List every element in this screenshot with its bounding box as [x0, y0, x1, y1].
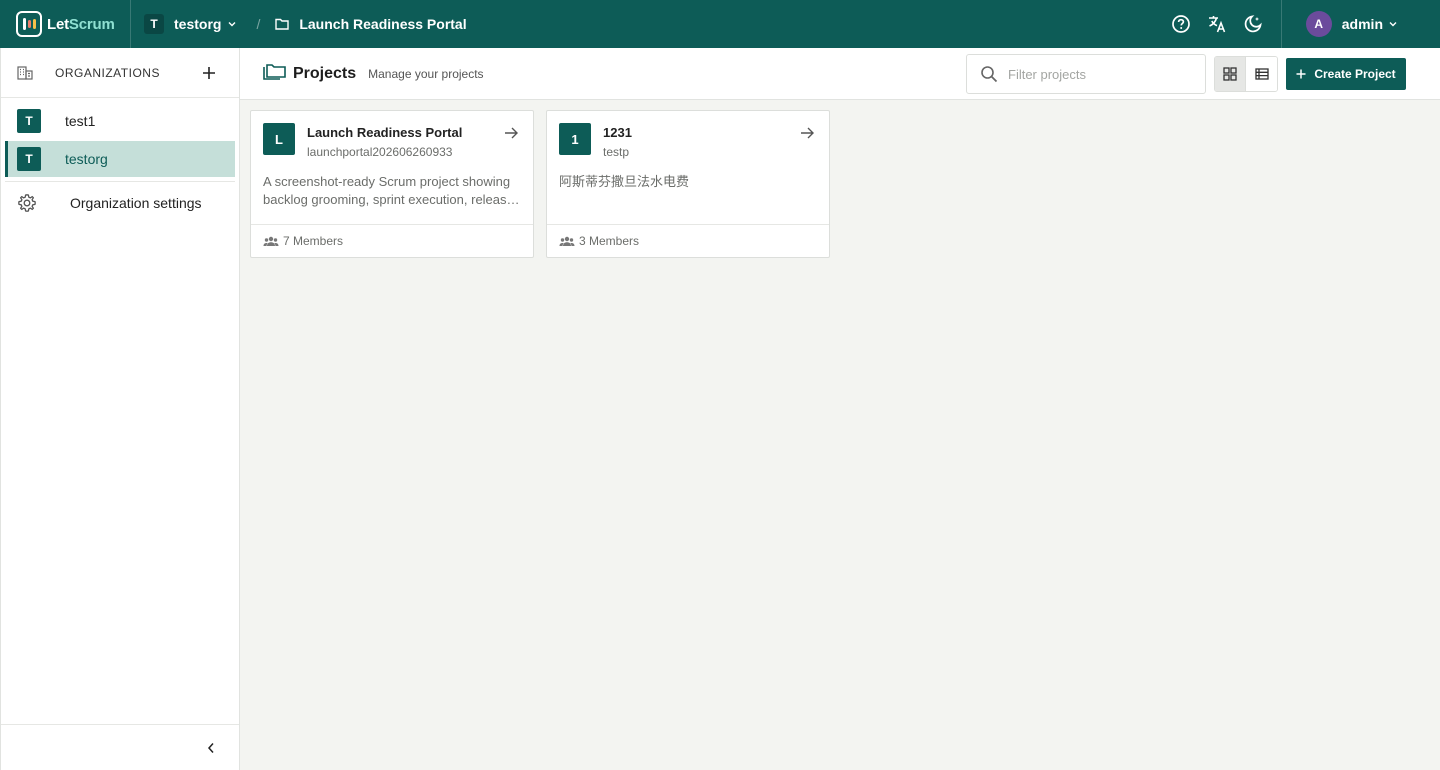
- project-card-body: L Launch Readiness Portal launchportal20…: [251, 111, 533, 225]
- members-icon: [263, 236, 279, 246]
- project-description: A screenshot-ready Scrum project showing…: [263, 174, 514, 207]
- user-menu[interactable]: A admin: [1280, 0, 1440, 48]
- project-name: Launch Readiness Portal: [307, 125, 463, 140]
- translate-icon: [1208, 16, 1226, 33]
- brand-name-scrum: Scrum: [68, 15, 115, 33]
- project-name: 1231: [603, 125, 632, 140]
- theme-toggle-button[interactable]: [1235, 6, 1271, 42]
- project-members-count: 3 Members: [579, 234, 640, 248]
- dark-mode-icon: [1244, 15, 1262, 33]
- search-box: [966, 54, 1206, 94]
- view-mode-toggle: [1214, 56, 1278, 92]
- plus-icon: [203, 66, 215, 79]
- organization-settings-link[interactable]: Organization settings: [1, 182, 239, 224]
- org-switcher-name: testorg: [174, 16, 222, 32]
- language-button[interactable]: [1199, 6, 1235, 42]
- create-project-button[interactable]: Create Project: [1286, 58, 1406, 90]
- user-name: admin: [1341, 16, 1383, 32]
- org-avatar: T: [144, 14, 164, 34]
- brand-logo-link[interactable]: LetScrum: [0, 0, 131, 48]
- sidebar-item-label: testorg: [65, 151, 108, 167]
- list-view-button[interactable]: [1246, 57, 1277, 91]
- organizations-title: ORGANIZATIONS: [55, 65, 160, 80]
- project-members-count: 7 Members: [283, 234, 344, 248]
- letscrum-logo-icon: [16, 11, 42, 37]
- gear-icon: [18, 194, 36, 212]
- members-icon: [559, 236, 575, 246]
- list-icon: [1254, 68, 1269, 80]
- project-card-footer: 3 Members: [547, 225, 829, 257]
- arrow-right-icon[interactable]: [503, 125, 519, 141]
- project-key: launchportal202606260933: [307, 145, 453, 159]
- grid-icon: [1223, 67, 1237, 81]
- page-header: Projects Manage your projects Create Pro…: [240, 48, 1440, 100]
- breadcrumb-project-name: Launch Readiness Portal: [299, 16, 467, 32]
- breadcrumb-separator: /: [256, 16, 261, 32]
- help-button[interactable]: [1163, 6, 1199, 42]
- chevron-down-icon: [228, 22, 236, 27]
- chevron-down-icon: [1389, 22, 1397, 27]
- project-key: testp: [603, 145, 630, 159]
- organizations-header: ORGANIZATIONS: [1, 48, 239, 98]
- page-title: Projects: [293, 64, 357, 82]
- folders-icon: [263, 63, 286, 80]
- sidebar-item-testorg[interactable]: T testorg: [5, 141, 235, 177]
- folder-icon: [275, 18, 290, 30]
- breadcrumb-project[interactable]: Launch Readiness Portal: [275, 16, 467, 32]
- page-subtitle: Manage your projects: [368, 66, 484, 81]
- sidebar-footer: [1, 724, 239, 770]
- top-navigation-bar: LetScrum T testorg / Launch Readiness Po…: [0, 0, 1440, 48]
- sidebar-item-label: test1: [65, 113, 96, 129]
- project-card-body: 1 1231 testp 阿斯蒂芬撒旦法水电费: [547, 111, 829, 225]
- org-avatar: T: [17, 147, 41, 171]
- plus-icon: [1296, 69, 1306, 79]
- organization-switcher[interactable]: T testorg: [131, 0, 237, 48]
- sidebar: ORGANIZATIONS T test1 T testorg Organiza…: [0, 48, 240, 770]
- help-icon: [1171, 15, 1190, 33]
- project-card-footer: 7 Members: [251, 225, 533, 257]
- search-icon: [981, 66, 998, 83]
- organization-settings-label: Organization settings: [70, 195, 202, 211]
- project-avatar: 1: [559, 123, 591, 155]
- sidebar-item-test1[interactable]: T test1: [5, 103, 235, 139]
- project-avatar: L: [263, 123, 295, 155]
- building-icon: [17, 65, 33, 80]
- topbar-actions: A admin: [1163, 0, 1440, 48]
- brand-name: LetScrum: [47, 16, 115, 33]
- chevron-left-icon: [207, 742, 214, 753]
- brand-name-let: Let: [47, 15, 69, 33]
- avatar: A: [1305, 11, 1332, 37]
- add-organization-button[interactable]: [199, 63, 219, 83]
- project-card[interactable]: L Launch Readiness Portal launchportal20…: [250, 110, 534, 258]
- project-card[interactable]: 1 1231 testp 阿斯蒂芬撒旦法水电费 3 Members: [546, 110, 830, 258]
- project-description: 阿斯蒂芬撒旦法水电费: [559, 174, 690, 189]
- search-input[interactable]: [1008, 66, 1188, 82]
- grid-view-button[interactable]: [1215, 57, 1247, 91]
- arrow-right-icon[interactable]: [799, 125, 815, 141]
- collapse-sidebar-button[interactable]: [201, 738, 221, 758]
- org-avatar: T: [17, 109, 41, 133]
- create-project-label: Create Project: [1314, 67, 1396, 81]
